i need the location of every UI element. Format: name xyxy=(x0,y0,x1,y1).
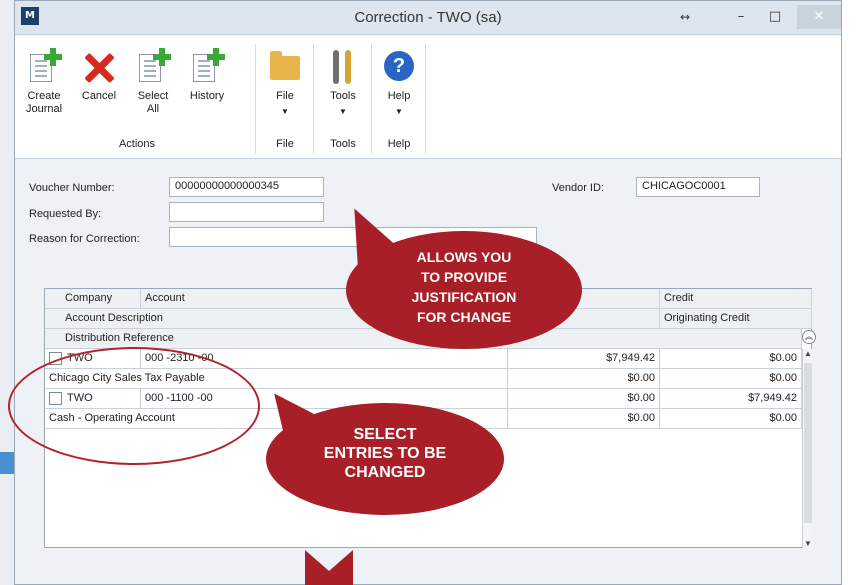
row-debit: $0.00 xyxy=(508,389,660,409)
highlight-oval xyxy=(8,347,260,465)
requested-by-field[interactable] xyxy=(169,202,324,222)
justification-callout: ALLOWS YOU TO PROVIDE JUSTIFICATION FOR … xyxy=(346,231,582,349)
history-button[interactable]: History xyxy=(181,48,233,103)
vendor-id-field[interactable]: CHICAGOC0001 xyxy=(636,177,760,197)
select-entries-callout: SELECT ENTRIES TO BE CHANGED xyxy=(266,403,504,515)
folder-icon xyxy=(267,48,303,84)
create-journal-icon xyxy=(26,48,62,84)
tools-group-label: Tools xyxy=(330,138,356,150)
restore-icon[interactable]: ↔ xyxy=(673,5,697,29)
ribbon-separator xyxy=(425,44,426,154)
minimize-button[interactable]: – xyxy=(729,5,753,29)
row-credit: $0.00 xyxy=(660,409,802,429)
tools-label: Tools xyxy=(330,90,356,102)
row-debit: $7,949.42 xyxy=(508,349,660,369)
actions-group-label: Actions xyxy=(118,138,156,150)
chevron-down-icon: ▼ xyxy=(281,107,289,116)
help-label: Help xyxy=(387,90,411,102)
cancel-button[interactable]: Cancel xyxy=(75,48,123,103)
voucher-number-label: Voucher Number: xyxy=(29,182,115,194)
background-accent xyxy=(0,452,14,474)
help-group-label: Help xyxy=(387,138,411,150)
cancel-icon xyxy=(81,48,117,84)
window-title: Correction - TWO (sa) xyxy=(354,9,502,26)
file-group-label: File xyxy=(276,138,294,150)
ribbon-separator xyxy=(371,44,372,154)
voucher-number-field[interactable]: 00000000000000345 xyxy=(169,177,324,197)
title-bar: M Correction - TWO (sa) ↔ – □ ✕ xyxy=(15,1,841,35)
history-icon xyxy=(189,48,225,84)
reason-label: Reason for Correction: xyxy=(29,233,140,245)
scroll-thumb[interactable] xyxy=(804,363,812,523)
scroll-up-icon[interactable]: ▲ xyxy=(803,349,813,358)
requested-by-label: Requested By: xyxy=(29,208,102,220)
tools-button[interactable]: Tools ▼ xyxy=(319,48,367,118)
chevron-down-icon: ▼ xyxy=(339,107,347,116)
maximize-button[interactable]: □ xyxy=(763,5,787,29)
header-credit[interactable]: Credit xyxy=(660,289,812,309)
create-journal-label-2: Journal xyxy=(25,103,63,115)
select-all-button[interactable]: Select All xyxy=(129,48,177,116)
header-originating-credit[interactable]: Originating Credit xyxy=(660,309,812,329)
help-button[interactable]: ? Help ▼ xyxy=(377,48,421,118)
create-journal-label-1: Create xyxy=(27,90,61,102)
tools-icon xyxy=(325,48,361,84)
background-panel xyxy=(0,0,14,585)
create-journal-button[interactable]: Create Journal xyxy=(19,48,69,116)
collapse-icon[interactable]: ︽ xyxy=(802,330,816,344)
ribbon-separator xyxy=(255,44,256,154)
row-credit: $0.00 xyxy=(660,369,802,389)
ribbon-separator xyxy=(313,44,314,154)
scroll-down-icon[interactable]: ▼ xyxy=(803,539,813,548)
row-credit: $0.00 xyxy=(660,349,802,369)
history-label: History xyxy=(189,90,225,102)
close-button[interactable]: ✕ xyxy=(797,5,841,29)
select-all-label-1: Select xyxy=(137,90,169,102)
cancel-label: Cancel xyxy=(81,90,117,102)
header-company[interactable]: Company xyxy=(45,289,141,309)
help-icon: ? xyxy=(381,48,417,84)
file-button[interactable]: File ▼ xyxy=(263,48,307,118)
ribbon: Create Journal Cancel Select All History… xyxy=(15,36,841,159)
vertical-scrollbar[interactable]: ▲ ▼ xyxy=(802,349,812,548)
row-debit: $0.00 xyxy=(508,409,660,429)
row-debit: $0.00 xyxy=(508,369,660,389)
vendor-id-label: Vendor ID: xyxy=(552,182,604,194)
chevron-down-icon: ▼ xyxy=(395,107,403,116)
select-all-label-2: All xyxy=(146,103,160,115)
row-credit: $7,949.42 xyxy=(660,389,802,409)
file-label: File xyxy=(276,90,294,102)
select-all-icon xyxy=(135,48,171,84)
